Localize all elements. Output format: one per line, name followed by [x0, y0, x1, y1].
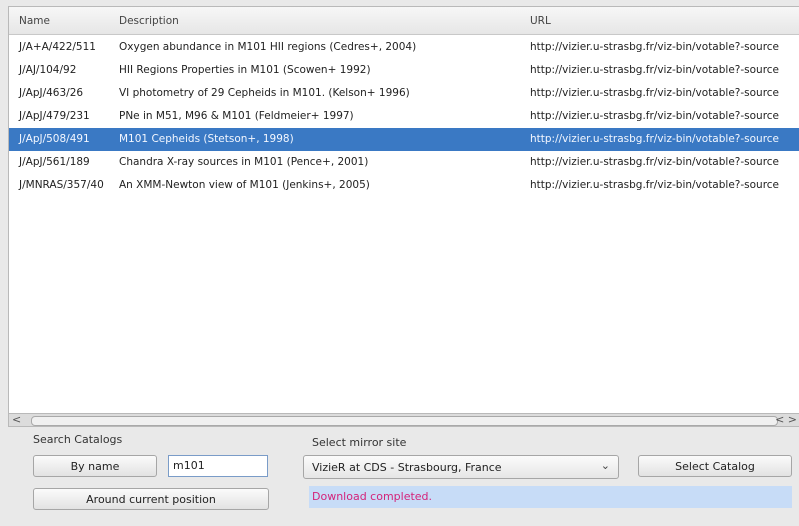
cell-url: http://vizier.u-strasbg.fr/viz-bin/votab…	[530, 64, 780, 76]
horizontal-scrollbar[interactable]: < < >	[8, 413, 799, 427]
table-row[interactable]: J/A+A/422/511 Oxygen abundance in M101 HI…	[9, 36, 799, 59]
mirror-site-value: VizieR at CDS - Strasbourg, France	[312, 461, 502, 474]
select-catalog-button[interactable]: Select Catalog	[638, 455, 792, 477]
cell-name: J/ApJ/561/189	[19, 156, 90, 168]
table-row[interactable]: J/ApJ/479/231 PNe in M51, M96 & M101 (Fel…	[9, 105, 799, 128]
around-current-position-button[interactable]: Around current position	[33, 488, 269, 510]
cell-url: http://vizier.u-strasbg.fr/viz-bin/votab…	[530, 110, 780, 122]
table-header: Name Description URL	[9, 7, 799, 35]
column-header-description[interactable]: Description	[119, 15, 179, 27]
cell-name: J/A+A/422/511	[19, 41, 96, 53]
catalog-table: Name Description URL J/A+A/422/511 Oxygen…	[8, 6, 799, 415]
cell-description: Oxygen abundance in M101 HII regions (Ce…	[119, 41, 417, 53]
select-mirror-label: Select mirror site	[312, 436, 407, 449]
table-row[interactable]: J/ApJ/561/189 Chandra X-ray sources in M1…	[9, 151, 799, 174]
table-row[interactable]: J/AJ/104/92 HII Regions Properties in M10…	[9, 59, 799, 82]
cell-url: http://vizier.u-strasbg.fr/viz-bin/votab…	[530, 179, 780, 191]
table-row[interactable]: J/ApJ/508/491 M101 Cepheids (Stetson+, 19…	[9, 128, 799, 151]
column-header-url[interactable]: URL	[530, 15, 551, 27]
cell-description: HII Regions Properties in M101 (Scowen+ …	[119, 64, 371, 76]
column-header-name[interactable]: Name	[19, 15, 50, 27]
cell-description: Chandra X-ray sources in M101 (Pence+, 2…	[119, 156, 369, 168]
mirror-site-select[interactable]: VizieR at CDS - Strasbourg, France ⌄	[303, 455, 619, 479]
cell-description: M101 Cepheids (Stetson+, 1998)	[119, 133, 294, 145]
table-row[interactable]: J/ApJ/463/26 VI photometry of 29 Cepheids…	[9, 82, 799, 105]
cell-name: J/ApJ/479/231	[19, 110, 90, 122]
search-catalogs-label: Search Catalogs	[33, 433, 123, 446]
scrollbar-thumb[interactable]	[31, 416, 778, 426]
status-text: Download completed.	[312, 490, 433, 503]
chevron-left-icon[interactable]: <	[12, 413, 21, 426]
cell-url: http://vizier.u-strasbg.fr/viz-bin/votab…	[530, 87, 780, 99]
cell-name: J/AJ/104/92	[19, 64, 77, 76]
catalog-search-input[interactable]: m101	[168, 455, 268, 477]
chevron-left-right-icon[interactable]: < >	[775, 413, 797, 426]
cell-url: http://vizier.u-strasbg.fr/viz-bin/votab…	[530, 133, 780, 145]
cell-description: VI photometry of 29 Cepheids in M101. (K…	[119, 87, 410, 99]
status-bar: Download completed.	[309, 486, 792, 508]
cell-description: PNe in M51, M96 & M101 (Feldmeier+ 1997)	[119, 110, 354, 122]
chevron-down-icon: ⌄	[600, 459, 610, 472]
cell-name: J/MNRAS/357/40	[19, 179, 104, 191]
cell-description: An XMM-Newton view of M101 (Jenkins+, 20…	[119, 179, 370, 191]
cell-url: http://vizier.u-strasbg.fr/viz-bin/votab…	[530, 41, 780, 53]
cell-name: J/ApJ/508/491	[19, 133, 90, 145]
cell-name: J/ApJ/463/26	[19, 87, 84, 99]
table-row[interactable]: J/MNRAS/357/40 An XMM-Newton view of M101…	[9, 174, 799, 197]
by-name-button[interactable]: By name	[33, 455, 157, 477]
cell-url: http://vizier.u-strasbg.fr/viz-bin/votab…	[530, 156, 780, 168]
